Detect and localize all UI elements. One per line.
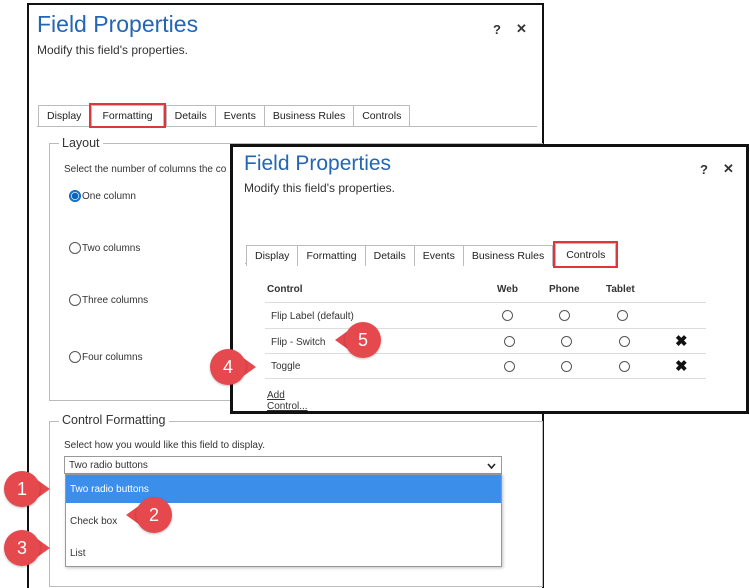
- phone-radio[interactable]: [561, 361, 572, 372]
- radio-three-columns[interactable]: Three columns: [69, 294, 148, 306]
- control-formatting-description: Select how you would like this field to …: [64, 440, 266, 451]
- select-value: Two radio buttons: [69, 460, 148, 471]
- radio-one-column[interactable]: One column: [69, 190, 136, 202]
- row-divider: [265, 378, 706, 379]
- control-name: Flip - Switch: [271, 337, 326, 348]
- tab-business-rules[interactable]: Business Rules: [263, 105, 355, 126]
- column-header-tablet: Tablet: [606, 284, 635, 295]
- callout-number: 1: [4, 471, 40, 507]
- remove-control-icon[interactable]: ✖: [675, 359, 688, 374]
- radio-two-columns[interactable]: Two columns: [69, 242, 140, 254]
- column-header-control: Control: [267, 284, 303, 295]
- tablet-radio[interactable]: [619, 336, 630, 347]
- control-name: Flip Label (default): [271, 311, 354, 322]
- control-name: Toggle: [271, 361, 301, 372]
- dialog-subtitle: Modify this field's properties.: [244, 181, 396, 195]
- radio-four-columns[interactable]: Four columns: [69, 351, 143, 363]
- radio-label: One column: [82, 190, 136, 202]
- option-label: List: [70, 548, 86, 559]
- help-icon[interactable]: ?: [493, 22, 501, 37]
- tab-events[interactable]: Events: [413, 245, 464, 266]
- radio-label: Four columns: [82, 351, 143, 363]
- callout-3: 3: [4, 530, 50, 566]
- column-header-phone: Phone: [549, 284, 580, 295]
- callout-4: 4: [210, 349, 256, 385]
- table-row: Flip Label (default): [265, 303, 706, 328]
- option-list[interactable]: List: [66, 535, 501, 567]
- radio-label: Three columns: [82, 294, 149, 306]
- tab-details[interactable]: Details: [364, 245, 415, 266]
- add-control-link[interactable]: Add Control...: [267, 390, 308, 412]
- close-icon[interactable]: ✕: [723, 161, 734, 177]
- dialog-title: Field Properties: [244, 152, 392, 175]
- web-radio[interactable]: [502, 310, 513, 321]
- tab-display[interactable]: Display: [246, 245, 299, 266]
- phone-radio[interactable]: [561, 336, 572, 347]
- tab-events[interactable]: Events: [214, 105, 265, 126]
- callout-number: 4: [210, 349, 246, 385]
- phone-radio[interactable]: [559, 310, 570, 321]
- web-radio[interactable]: [504, 336, 515, 347]
- column-header-web: Web: [497, 284, 518, 295]
- remove-control-icon[interactable]: ✖: [675, 334, 688, 349]
- callout-number: 3: [4, 530, 40, 566]
- dialog-title: Field Properties: [37, 11, 199, 37]
- chevron-down-icon: [487, 463, 496, 469]
- radio-selected-icon: [69, 190, 81, 202]
- radio-icon: [69, 294, 81, 306]
- radio-icon: [69, 242, 81, 254]
- tab-business-rules[interactable]: Business Rules: [462, 245, 554, 266]
- callout-5: 5: [335, 322, 381, 358]
- field-properties-dialog-front: Field Properties Modify this field's pro…: [230, 144, 749, 414]
- table-row: Flip - Switch: [265, 329, 706, 353]
- tab-controls[interactable]: Controls: [553, 241, 619, 268]
- dialog-subtitle: Modify this field's properties.: [37, 43, 189, 57]
- close-icon[interactable]: ✕: [516, 21, 527, 37]
- tab-display[interactable]: Display: [38, 105, 91, 126]
- tablet-radio[interactable]: [617, 310, 628, 321]
- callout-number: 2: [136, 497, 172, 533]
- help-icon[interactable]: ?: [700, 162, 708, 177]
- radio-icon: [69, 351, 81, 363]
- tab-details[interactable]: Details: [165, 105, 216, 126]
- layout-description: Select the number of columns the co: [64, 164, 227, 175]
- callout-2: 2: [126, 497, 172, 533]
- web-radio[interactable]: [504, 361, 515, 372]
- callout-1: 1: [4, 471, 50, 507]
- tab-formatting[interactable]: Formatting: [297, 245, 366, 266]
- option-label: Check box: [70, 516, 118, 527]
- tab-formatting[interactable]: Formatting: [89, 103, 166, 128]
- callout-number: 5: [345, 322, 381, 358]
- radio-label: Two columns: [82, 242, 141, 254]
- layout-legend: Layout: [59, 136, 103, 150]
- tablet-radio[interactable]: [619, 361, 630, 372]
- tab-bar: Display Formatting Details Events Busine…: [38, 103, 411, 128]
- tab-controls[interactable]: Controls: [353, 105, 411, 126]
- display-format-select[interactable]: Two radio buttons: [64, 456, 502, 474]
- tab-bar: Display Formatting Details Events Busine…: [246, 241, 619, 268]
- option-label: Two radio buttons: [70, 484, 149, 495]
- control-formatting-legend: Control Formatting: [59, 413, 169, 427]
- table-row: Toggle: [265, 354, 706, 378]
- tab-baseline: [37, 126, 537, 127]
